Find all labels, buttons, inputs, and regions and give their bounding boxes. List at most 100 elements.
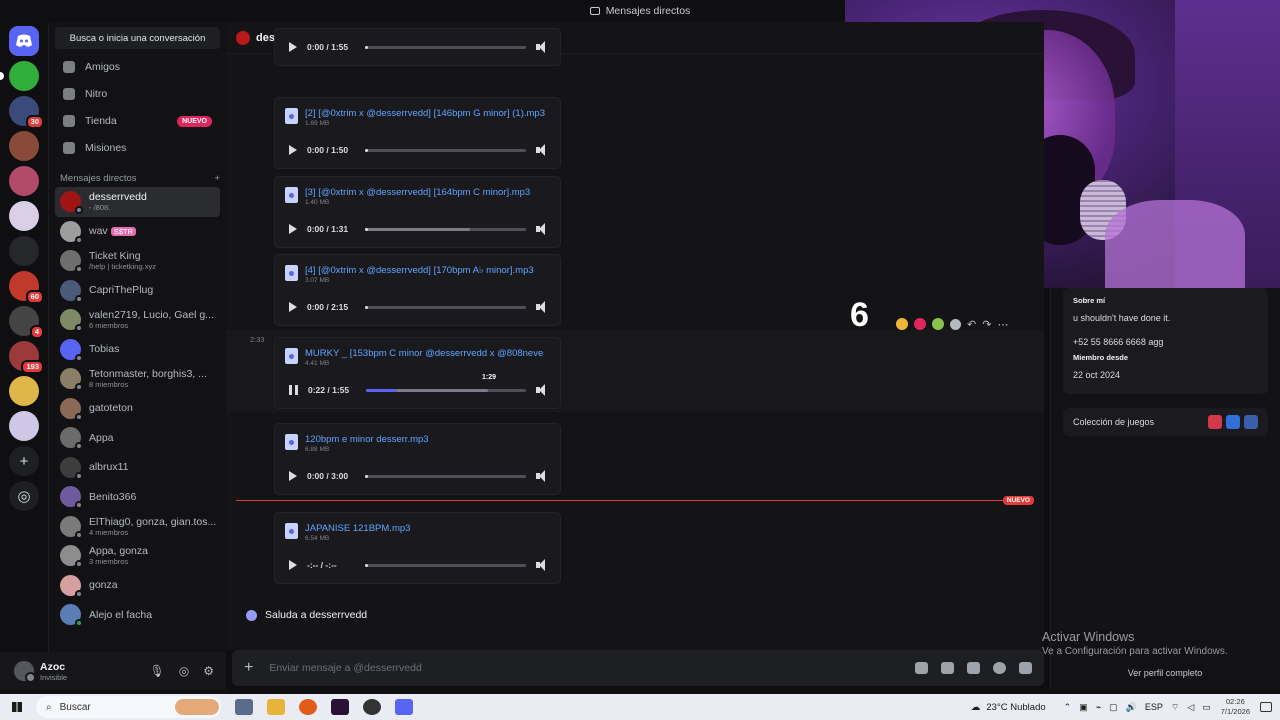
server-icon[interactable]: 30	[9, 96, 44, 129]
server-icon[interactable]	[9, 131, 39, 161]
tray-chevron-icon[interactable]: ⌃	[1064, 702, 1072, 713]
dm-item[interactable]: wav S$TR	[55, 217, 220, 247]
server-icon[interactable]: 60	[9, 271, 44, 304]
nav-item-amigos[interactable]: Amigos	[55, 54, 220, 80]
reply-icon[interactable]: ↶	[967, 318, 976, 331]
sticker-icon[interactable]	[967, 662, 980, 674]
audio-progress-bar[interactable]	[365, 305, 526, 309]
gear-icon[interactable]: ⚙	[203, 664, 214, 678]
play-icon[interactable]	[289, 145, 297, 155]
dm-item[interactable]: CapriThePlug	[55, 276, 220, 306]
battery-icon[interactable]: ▭	[1202, 702, 1211, 713]
audio-progress-bar[interactable]	[365, 227, 526, 231]
discord-taskbar-icon[interactable]	[395, 699, 413, 715]
language-indicator[interactable]: ESP	[1145, 702, 1163, 712]
wave-prompt[interactable]: Saluda a desserrvedd	[246, 609, 367, 621]
apps-icon[interactable]	[1019, 662, 1032, 674]
audio-progress-bar[interactable]	[365, 474, 526, 478]
file-name-link[interactable]: [2] [@0xtrim x @desserrvedd] [146bpm G m…	[305, 108, 545, 119]
emoji-icon[interactable]	[993, 662, 1006, 674]
server-icon[interactable]	[0, 61, 39, 91]
notification-icon[interactable]	[1260, 702, 1272, 712]
file-explorer-icon[interactable]	[267, 699, 285, 715]
dm-item[interactable]: gatoteton	[55, 394, 220, 424]
play-icon[interactable]	[289, 42, 297, 52]
dm-item[interactable]: Tobias	[55, 335, 220, 365]
task-view-icon[interactable]	[235, 699, 253, 715]
add-server-button[interactable]: +	[9, 446, 39, 476]
more-options-icon[interactable]: ⋯	[997, 318, 1008, 331]
server-icon[interactable]	[9, 236, 39, 266]
tray-app-icon[interactable]: ▣	[1079, 702, 1088, 713]
play-icon[interactable]	[289, 302, 297, 312]
volume-icon[interactable]	[536, 223, 548, 235]
discover-icon[interactable]: ◎	[9, 481, 39, 511]
pause-icon[interactable]	[289, 385, 298, 395]
file-name-link[interactable]: 120bpm e minor desserr.mp3	[305, 434, 429, 445]
server-icon[interactable]: 193	[9, 341, 44, 374]
server-icon[interactable]	[9, 376, 39, 406]
speaker-icon[interactable]: ◁	[1187, 702, 1194, 713]
chrome-icon[interactable]	[363, 699, 381, 715]
dm-item[interactable]: ElThiag0, gonza, gian.tos... 4 miembros	[55, 512, 220, 542]
dm-item[interactable]: Appa	[55, 423, 220, 453]
gift-icon[interactable]	[915, 662, 928, 674]
forward-icon[interactable]: ↷	[982, 318, 991, 331]
discord-home-button[interactable]	[9, 26, 39, 56]
add-dm-button[interactable]: +	[214, 173, 220, 184]
volume-icon[interactable]	[536, 559, 548, 571]
volume-icon[interactable]	[536, 144, 548, 156]
bottle-reaction-icon[interactable]	[932, 318, 944, 330]
volume-icon[interactable]	[536, 301, 548, 313]
headphones-icon[interactable]: ◎	[179, 664, 189, 678]
audio-progress-bar[interactable]	[365, 563, 526, 567]
tray-app2-icon[interactable]: ▢	[1109, 702, 1118, 713]
file-name-link[interactable]: JAPANISE 121BPM.mp3	[305, 523, 410, 534]
dm-item[interactable]: Benito366	[55, 482, 220, 512]
windows-start-icon[interactable]	[12, 702, 22, 712]
volume-icon[interactable]	[536, 384, 548, 396]
wifi-icon[interactable]: ⌔	[1171, 702, 1179, 713]
play-icon[interactable]	[289, 560, 297, 570]
dm-item[interactable]: albrux11	[55, 453, 220, 483]
microphone-icon[interactable]: 🎙	[150, 664, 165, 678]
browser-icon[interactable]	[299, 699, 317, 715]
nav-item-tienda[interactable]: Tienda NUEVO	[55, 108, 220, 134]
play-icon[interactable]	[289, 224, 297, 234]
file-name-link[interactable]: MURKY _ [153bpm C minor @desserrvedd x @…	[305, 348, 543, 359]
heart-reaction-icon[interactable]	[914, 318, 926, 330]
game-collection-row[interactable]: Colección de juegos	[1063, 408, 1268, 436]
weather-widget[interactable]: ☁ 23°C Nublado	[971, 702, 1046, 713]
server-icon[interactable]: 4	[9, 306, 44, 339]
taskbar-search[interactable]: ⌕ Buscar	[36, 696, 221, 718]
dm-item[interactable]: Tetonmaster, borghis3, ... 8 miembros	[55, 364, 220, 394]
volume-icon[interactable]	[536, 470, 548, 482]
volume-icon[interactable]	[536, 41, 548, 53]
dm-item[interactable]: desserrvedd - /808.	[55, 187, 220, 217]
nav-item-nitro[interactable]: Nitro	[55, 81, 220, 107]
dm-item[interactable]: Appa, gonza 3 miembros	[55, 541, 220, 571]
dm-item[interactable]: Ticket King/help | ticketking.xyz	[55, 246, 220, 276]
dm-item[interactable]: Alejo el facha	[55, 600, 220, 630]
taskbar-clock[interactable]: 02:26 7/1/2026	[1221, 697, 1250, 717]
file-name-link[interactable]: [3] [@0xtrim x @desserrvedd] [164bpm C m…	[305, 187, 530, 198]
usb-icon[interactable]: ⌁	[1096, 702, 1101, 713]
volume-icon[interactable]: 🔊	[1126, 702, 1137, 713]
server-icon[interactable]	[9, 201, 39, 231]
audio-progress-bar[interactable]	[365, 148, 526, 152]
gif-icon[interactable]	[941, 662, 954, 674]
play-icon[interactable]	[289, 471, 297, 481]
view-full-profile-link[interactable]: Ver perfil completo	[1090, 668, 1240, 678]
attach-plus-icon[interactable]: +	[244, 659, 253, 677]
server-icon[interactable]	[9, 411, 39, 441]
add-reaction-icon[interactable]	[950, 318, 961, 330]
app-icon[interactable]	[331, 699, 349, 715]
dm-item[interactable]: gonza	[55, 571, 220, 601]
nav-item-misiones[interactable]: Misiones	[55, 135, 220, 161]
dm-item[interactable]: valen2719, Lucio, Gael g... 6 miembros	[55, 305, 220, 335]
user-avatar[interactable]	[14, 661, 36, 683]
audio-progress-bar[interactable]	[365, 45, 526, 49]
audio-progress-bar[interactable]	[366, 388, 526, 392]
server-icon[interactable]	[9, 166, 39, 196]
message-input[interactable]: Enviar mensaje a @desserrvedd	[269, 662, 899, 674]
